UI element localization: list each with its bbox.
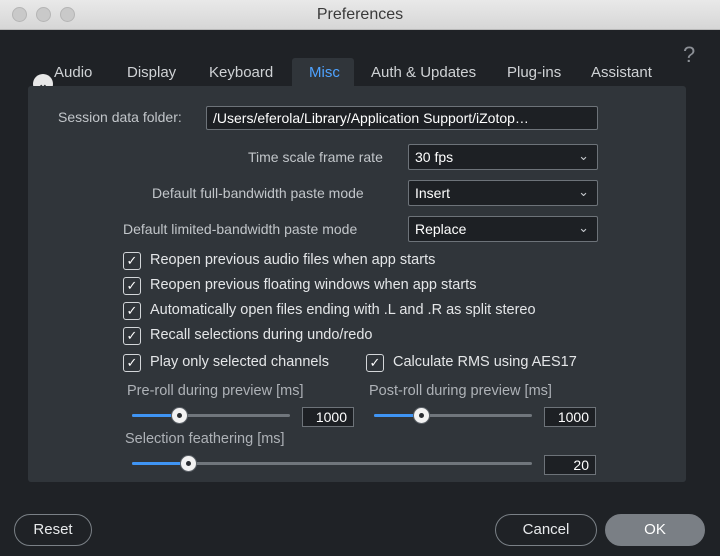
full-bandwidth-label: Default full-bandwidth paste mode xyxy=(152,185,364,201)
tab-auth-updates[interactable]: Auth & Updates xyxy=(371,64,476,81)
chevron-down-icon: ⌄ xyxy=(578,148,589,163)
feathering-value[interactable]: 20 xyxy=(544,455,596,475)
checkmark-icon: ✓ xyxy=(366,354,384,372)
checkmark-icon: ✓ xyxy=(123,277,141,295)
title-bar: Preferences xyxy=(0,0,720,30)
frame-rate-select[interactable]: 30 fps ⌄ xyxy=(408,144,598,170)
window-title: Preferences xyxy=(316,6,404,23)
postroll-value[interactable]: 1000 xyxy=(544,407,596,427)
feathering-label: Selection feathering [ms] xyxy=(125,431,285,447)
session-folder-field[interactable]: /Users/eferola/Library/Application Suppo… xyxy=(206,106,598,130)
full-bandwidth-value: Insert xyxy=(415,185,451,201)
chevron-down-icon: ⌄ xyxy=(578,184,589,199)
rms-aes17-label: Calculate RMS using AES17 xyxy=(393,354,577,370)
help-icon[interactable]: ? xyxy=(683,42,695,68)
tab-plug-ins[interactable]: Plug-ins xyxy=(507,64,561,81)
chevron-down-icon: ⌄ xyxy=(578,220,589,235)
limited-bandwidth-value: Replace xyxy=(415,221,467,237)
reopen-audio-label: Reopen previous audio files when app sta… xyxy=(150,252,436,268)
cancel-button[interactable]: Cancel xyxy=(495,514,597,546)
checkmark-icon: ✓ xyxy=(123,327,141,345)
full-bandwidth-select[interactable]: Insert ⌄ xyxy=(408,180,598,206)
tab-misc[interactable]: Misc xyxy=(309,64,340,81)
feathering-slider[interactable] xyxy=(132,454,532,474)
reset-button[interactable]: Reset xyxy=(14,514,92,546)
preroll-slider[interactable] xyxy=(132,406,290,426)
slider-handle[interactable] xyxy=(413,407,430,424)
slider-handle[interactable] xyxy=(180,455,197,472)
tab-audio[interactable]: Audio xyxy=(54,64,92,81)
checkmark-icon: ✓ xyxy=(123,252,141,270)
postroll-slider[interactable] xyxy=(374,406,532,426)
play-selected-label: Play only selected channels xyxy=(150,354,329,370)
limited-bandwidth-label: Default limited-bandwidth paste mode xyxy=(123,221,358,237)
recall-selections-label: Recall selections during undo/redo xyxy=(150,327,373,343)
tab-keyboard[interactable]: Keyboard xyxy=(209,64,273,81)
tab-assistant[interactable]: Assistant xyxy=(591,64,652,81)
frame-rate-label: Time scale frame rate xyxy=(248,149,383,165)
frame-rate-value: 30 fps xyxy=(415,149,454,165)
session-folder-label: Session data folder: xyxy=(58,109,182,125)
checkmark-icon: ✓ xyxy=(123,302,141,320)
checkmark-icon: ✓ xyxy=(123,354,141,372)
postroll-label: Post-roll during preview [ms] xyxy=(369,383,552,399)
auto-open-lr-label: Automatically open files ending with .L … xyxy=(150,302,536,318)
tab-display[interactable]: Display xyxy=(127,64,176,81)
preroll-label: Pre-roll during preview [ms] xyxy=(127,383,304,399)
limited-bandwidth-select[interactable]: Replace ⌄ xyxy=(408,216,598,242)
preroll-value[interactable]: 1000 xyxy=(302,407,354,427)
ok-button[interactable]: OK xyxy=(605,514,705,546)
slider-handle[interactable] xyxy=(171,407,188,424)
reopen-windows-label: Reopen previous floating windows when ap… xyxy=(150,277,477,293)
